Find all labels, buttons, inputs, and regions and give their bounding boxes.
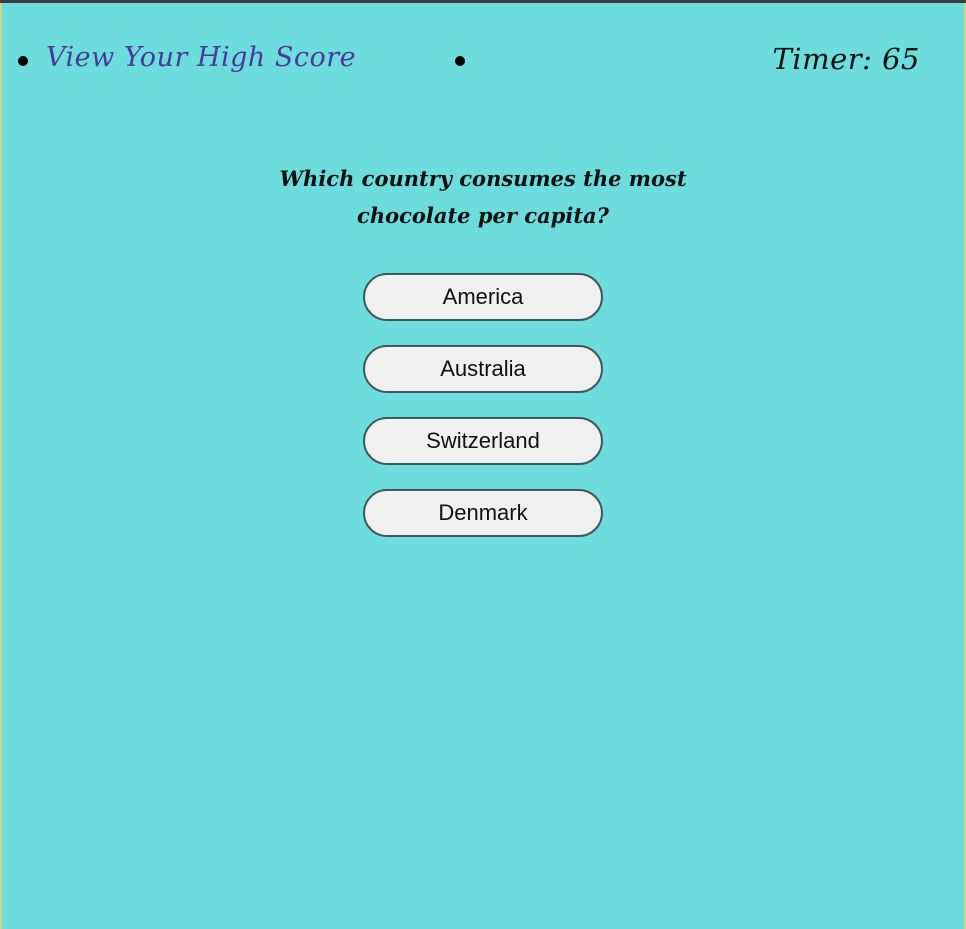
timer-label: Timer: xyxy=(772,42,873,76)
timer: Timer: 65 xyxy=(772,42,920,76)
left-border xyxy=(0,3,2,929)
answer-button-switzerland[interactable]: Switzerland xyxy=(363,417,603,465)
answer-button-australia[interactable]: Australia xyxy=(363,345,603,393)
timer-value: 65 xyxy=(882,42,920,76)
question-text: Which country consumes the most chocolat… xyxy=(279,166,687,228)
answer-list: America Australia Switzerland Denmark xyxy=(363,273,603,561)
nav-bullet-1 xyxy=(18,56,28,66)
answer-button-america[interactable]: America xyxy=(363,273,603,321)
top-nav: View Your High Score Timer: 65 xyxy=(0,0,966,110)
view-high-score-link[interactable]: View Your High Score xyxy=(46,42,356,73)
answer-button-denmark[interactable]: Denmark xyxy=(363,489,603,537)
nav-bullet-2 xyxy=(455,56,465,66)
quiz-container: Which country consumes the most chocolat… xyxy=(0,160,966,537)
